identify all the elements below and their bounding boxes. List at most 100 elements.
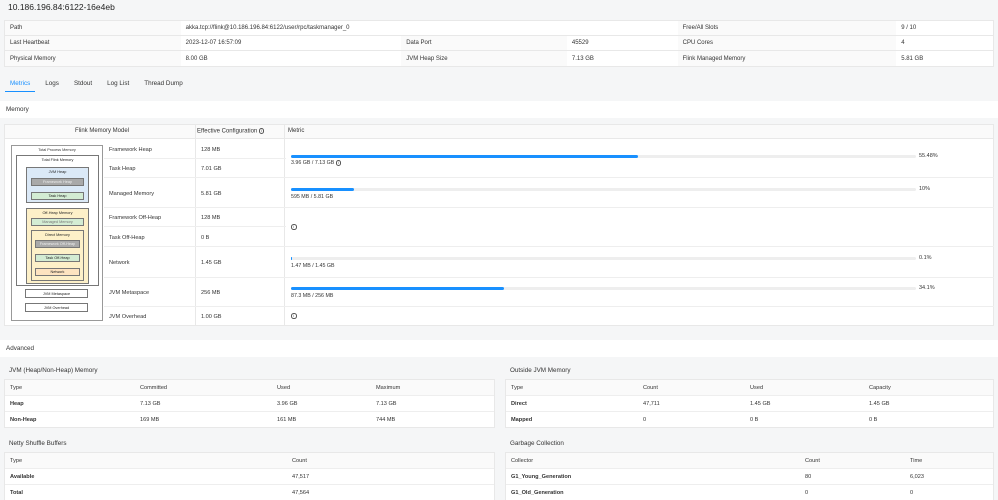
slots-value: 9 / 10 [901,25,917,31]
netty-table: Type Count Available 47,517 Total 47,564 [4,452,495,500]
row-framework-off-heap: Framework Off-Heap [109,215,162,221]
slots-label: Free/All Slots [677,21,897,35]
framework-off-heap-value: 128 MB [201,215,221,221]
row-managed-memory: Managed Memory [109,191,155,197]
diagram-framework-heap: Framework Heap [31,178,84,186]
tab-logs[interactable]: Logs [40,74,64,92]
diagram-jvm-heap: JVM Heap [48,170,67,174]
diagram-framework-off-heap: Framework Off-Heap [35,240,80,248]
managed-memory-value: 5.81 GB [201,191,222,197]
gc-table: Collector Count Time G1_Young_Generation… [505,452,994,500]
diagram-task-off-heap: Task Off-Heap [35,254,80,262]
table-row: Available 47,517 [5,469,494,485]
network-value: 1.45 GB [201,260,222,266]
metaspace-progress-bar [291,287,916,290]
metaspace-progress-fill [291,287,505,290]
tab-metrics[interactable]: Metrics [5,74,36,92]
table-header: Type Count Used Capacity [506,380,993,396]
advanced-section-header: Advanced [0,340,998,357]
diagram-total-process: Total Process Memory [38,148,76,152]
info-row: Last Heartbeat 2023-12-07 16:57:09 Data … [5,36,993,51]
outside-memory-title: Outside JVM Memory [510,367,571,374]
managed-progress-fill [291,188,354,191]
tab-thread-dump[interactable]: Thread Dump [139,74,188,92]
heartbeat-label: Last Heartbeat [5,36,181,50]
table-row: Mapped 0 0 B 0 B [511,417,878,423]
info-icon[interactable]: i [291,224,297,230]
heartbeat-value: 2023-12-07 16:57:09 [185,40,242,46]
taskmanager-info-table: Path akka.tcp://flink@10.186.196.84:6122… [4,20,994,67]
gc-title: Garbage Collection [510,440,564,447]
tab-log-list[interactable]: Log List [102,74,134,92]
table-row: Direct 47,711 1.45 GB 1.45 GB [506,396,993,412]
table-row: Total 47,564 [10,490,310,496]
netty-title: Netty Shuffle Buffers [9,440,67,447]
path-value: akka.tcp://flink@10.186.196.84:6122/user… [185,25,350,31]
table-row: G1_Old_Generation 0 0 [511,490,914,496]
memory-section-header: Memory [0,101,998,118]
info-icon[interactable]: i [258,128,265,134]
col-memory-model: Flink Memory Model [75,128,130,134]
col-effective-config: Effective Configuration i [197,128,265,134]
jvm-overhead-value: 1.00 GB [201,314,222,320]
heap-usage: 3.96 GB / 7.13 GB i [291,160,342,166]
table-row: G1_Young_Generation 80 6,023 [506,469,993,485]
table-header: Type Committed Used Maximum [5,380,494,396]
page-title: 10.186.196.84:6122-16e4eb [8,2,115,12]
physmem-value: 8.00 GB [185,55,208,62]
managed-usage: 595 MB / 5.81 GB [291,194,334,200]
network-progress-bar [291,257,916,260]
diagram-overhead: JVM Overhead [25,303,88,312]
flink-memory-model-diagram: Total Process Memory Total Flink Memory … [11,145,103,321]
tab-bar: Metrics Logs Stdout Log List Thread Dump [0,74,998,92]
table-row: Non-Heap 169 MB 161 MB 744 MB [10,417,396,423]
framework-heap-value: 128 MB [201,147,221,153]
managed-progress-bar [291,188,916,191]
table-header: Type Count [5,453,494,469]
diagram-total-flink: Total Flink Memory [41,158,74,162]
heap-size-value: 7.13 GB [571,55,594,62]
diagram-metaspace: JVM Metaspace [25,289,88,298]
row-network: Network [109,260,130,266]
dataport-label: Data Port [401,36,567,50]
info-icon[interactable]: i [291,313,297,319]
info-row: Path akka.tcp://flink@10.186.196.84:6122… [5,21,993,36]
cpu-label: CPU Cores [677,36,897,50]
overhead-info: i [291,313,297,319]
off-heap-info: i [291,224,297,230]
metaspace-usage: 87.3 MB / 256 MB [291,293,334,299]
managed-mem-value: 5.81 GB [901,55,924,62]
managed-percent: 10% [919,186,931,192]
diagram-task-heap: Task Heap [31,192,84,200]
jvm-memory-table: Type Committed Used Maximum Heap 7.13 GB… [4,379,495,428]
tab-stdout[interactable]: Stdout [69,74,97,92]
row-framework-heap: Framework Heap [109,147,152,153]
diagram-direct-box: Direct Memory Framework Off-Heap Task Of… [31,230,84,281]
row-task-off-heap: Task Off-Heap [109,235,145,241]
info-icon[interactable]: i [335,160,342,166]
diagram-jvm-heap-box: JVM Heap Framework Heap Task Heap [26,167,89,203]
task-heap-value: 7.01 GB [201,166,222,172]
diagram-off-heap-box: Off-Heap Memory Managed Memory Direct Me… [26,208,89,284]
task-off-heap-value: 0 B [201,235,210,241]
table-header: Collector Count Time [506,453,993,469]
cpu-value: 4 [901,40,905,46]
diagram-managed: Managed Memory [31,218,84,226]
dataport-value: 45529 [571,40,589,46]
memory-table-header [5,125,993,139]
diagram-total-flink-box: Total Flink Memory JVM Heap Framework He… [16,155,99,286]
memory-panel: Flink Memory Model Effective Configurati… [4,124,994,326]
jvm-metaspace-value: 256 MB [201,290,221,296]
metaspace-percent: 34.1% [919,285,935,291]
path-label: Path [5,21,181,35]
heap-progress-fill [291,155,638,158]
table-row: Heap 7.13 GB 3.96 GB 7.13 GB [5,396,494,412]
row-task-heap: Task Heap [109,166,136,172]
heap-percent: 55.48% [919,153,938,159]
diagram-off-heap: Off-Heap Memory [42,211,73,215]
heap-size-label: JVM Heap Size [401,51,567,66]
network-progress-fill [291,257,292,260]
jvm-memory-title: JVM (Heap/Non-Heap) Memory [9,367,98,374]
managed-mem-label: Flink Managed Memory [677,51,897,66]
row-jvm-metaspace: JVM Metaspace [109,290,150,296]
